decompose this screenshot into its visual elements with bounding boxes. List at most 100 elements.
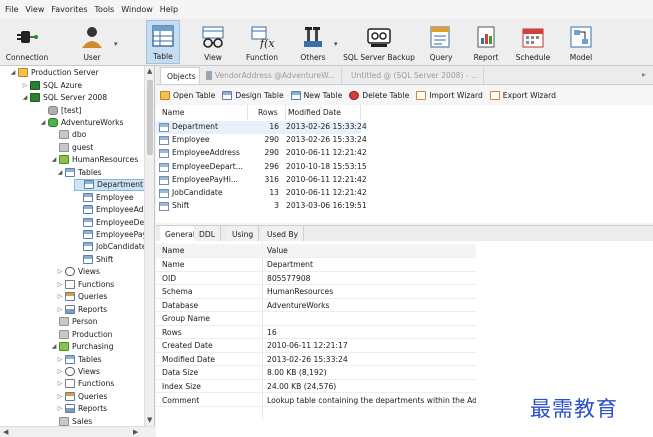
expand-down-icon[interactable]: ◢: [50, 343, 58, 350]
tree-item-views[interactable]: ▷ Views: [56, 266, 100, 278]
menu-item-file[interactable]: File: [5, 5, 18, 14]
expand-right-icon[interactable]: ▷: [56, 306, 64, 313]
tree-item-functions[interactable]: ▷ Functions: [56, 378, 114, 390]
table-row[interactable]: EmployeeDepart... 296 2010-10-18 15:53:15: [156, 161, 367, 174]
toolbar-sql-server-backup-button[interactable]: SQL Server Backup: [338, 20, 420, 64]
table-row[interactable]: Department 16 2013-02-26 15:33:24: [156, 121, 367, 134]
toolbar-view-button[interactable]: View: [194, 20, 232, 64]
scroll-left-icon[interactable]: ◀: [3, 428, 8, 436]
expand-right-icon[interactable]: ▷: [56, 268, 64, 275]
tree-item-adventureworks[interactable]: ◢ AdventureWorks: [39, 116, 123, 128]
tree-item-employeedepartmenthistory[interactable]: EmployeeDepartmentHistory: [74, 216, 154, 228]
tree-item-sql-server-2008[interactable]: ◢ SQL Server 2008: [21, 91, 107, 103]
expand-down-icon[interactable]: ◢: [9, 69, 17, 76]
others-dropdown-icon[interactable]: ▾: [334, 40, 338, 48]
tree-item-tables[interactable]: ◢ Tables: [56, 166, 102, 178]
tree-item-person[interactable]: Person: [50, 316, 98, 328]
tree-item-views[interactable]: ▷ Views: [56, 365, 100, 377]
tree-item-employeepayhistory[interactable]: EmployeePayHistory: [74, 228, 154, 240]
tab-overflow-icon[interactable]: ▸: [642, 70, 646, 79]
properties-tab-using[interactable]: Using: [227, 226, 260, 242]
tree-item-humanresources[interactable]: ◢ HumanResources: [50, 154, 138, 166]
document-tab-0[interactable]: Objects: [160, 67, 200, 84]
tree-item-label: Shift: [96, 254, 114, 264]
toolbar-label: View: [204, 53, 222, 62]
expand-down-icon[interactable]: ◢: [56, 169, 64, 176]
menu-item-help[interactable]: Help: [160, 5, 178, 14]
tree-item-tables[interactable]: ▷ Tables: [56, 353, 102, 365]
expand-right-icon[interactable]: ▷: [56, 380, 64, 387]
scroll-thumb[interactable]: [147, 80, 153, 155]
tree-item-dbo[interactable]: dbo: [50, 129, 86, 141]
tree-item-reports[interactable]: ▷ Reports: [56, 303, 107, 315]
properties-tab-used-by[interactable]: Used By: [262, 226, 305, 242]
scroll-right-icon[interactable]: ▶: [133, 428, 138, 436]
properties-tab-ddl[interactable]: DDL: [194, 226, 221, 242]
open-table-button[interactable]: Open Table: [160, 91, 215, 100]
expand-right-icon[interactable]: ▷: [56, 356, 64, 363]
tree-item-employee[interactable]: Employee: [74, 191, 134, 203]
tree-item-sales[interactable]: Sales: [50, 415, 92, 426]
expand-right-icon[interactable]: ▷: [21, 82, 29, 89]
tree-item-employeeaddress[interactable]: EmployeeAddress: [74, 203, 154, 215]
expand-right-icon[interactable]: ▷: [56, 293, 64, 300]
toolbar-report-button[interactable]: Report: [465, 20, 507, 64]
toolbar-query-button[interactable]: Query: [422, 20, 460, 64]
grid-header-modified-date[interactable]: Modified Date: [286, 105, 361, 120]
toolbar-user-button[interactable]: User: [70, 20, 114, 64]
user-dropdown-icon[interactable]: ▾: [114, 40, 118, 48]
expand-down-icon[interactable]: ◢: [50, 156, 58, 163]
scroll-up-icon[interactable]: ▲: [147, 67, 152, 75]
toolbar-connection-button[interactable]: Connection: [4, 20, 50, 64]
toolbar-function-button[interactable]: f(x) Function: [236, 20, 288, 64]
table-row[interactable]: JobCandidate 13 2010-06-11 12:21:42: [156, 187, 367, 200]
tree-item-sql-azure[interactable]: ▷ SQL Azure: [21, 79, 82, 91]
new-table-button[interactable]: New Table: [290, 91, 342, 100]
expand-right-icon[interactable]: ▷: [56, 281, 64, 288]
export-wizard-button[interactable]: Export Wizard: [489, 91, 556, 100]
menu-item-favorites[interactable]: Favorites: [51, 5, 87, 14]
tree-item-queries[interactable]: ▷ Queries: [56, 390, 107, 402]
menu-item-window[interactable]: Window: [121, 5, 153, 14]
tables-grid[interactable]: Name Rows Modified Date Department 16 2013-02…: [156, 105, 653, 223]
table-row[interactable]: EmployeePayHi... 316 2010-06-11 12:21:42: [156, 174, 367, 187]
toolbar-schedule-button[interactable]: Schedule: [508, 20, 558, 64]
table-row[interactable]: EmployeeAddress 290 2010-06-11 12:21:42: [156, 147, 367, 160]
table-name-cell: JobCandidate: [172, 188, 223, 197]
tree-item-queries[interactable]: ▷ Queries: [56, 291, 107, 303]
tree-item-guest[interactable]: guest: [50, 141, 93, 153]
toolbar-table-button[interactable]: Table: [146, 20, 180, 64]
navigation-tree[interactable]: ◢ Production Server ▷ SQL Azure ◢ SQL Server …: [0, 66, 155, 426]
tree-vertical-scrollbar[interactable]: ▲ ▼: [144, 66, 154, 426]
tree-item-production-server[interactable]: ◢ Production Server: [9, 67, 99, 79]
delete-table-button[interactable]: Delete Table: [349, 91, 409, 100]
tree-item-jobcandidate[interactable]: JobCandidate: [74, 241, 147, 253]
table-row[interactable]: Employee 290 2013-02-26 15:33:24: [156, 134, 367, 147]
scroll-down-icon[interactable]: ▼: [147, 416, 152, 424]
tree-item-department[interactable]: Department: [74, 178, 145, 191]
expand-down-icon[interactable]: ◢: [21, 94, 29, 101]
tree-item-shift[interactable]: Shift: [74, 253, 113, 265]
import-wizard-button[interactable]: Import Wizard: [416, 91, 483, 100]
expand-right-icon[interactable]: ▷: [56, 368, 64, 375]
tree-item-functions[interactable]: ▷ Functions: [56, 278, 114, 290]
tree-item--test-[interactable]: [test]: [39, 104, 82, 116]
document-tab-1[interactable]: VendorAddress @AdventureW...: [200, 67, 342, 84]
toolbar-others-button[interactable]: Others: [292, 20, 334, 64]
menu-item-tools[interactable]: Tools: [95, 5, 115, 14]
document-tab-2[interactable]: Untitled @ (SQL Server 2008) - ...: [342, 67, 484, 84]
tree-item-purchasing[interactable]: ◢ Purchasing: [50, 340, 114, 352]
design-table-button[interactable]: Design Table: [222, 91, 284, 100]
toolbar-model-button[interactable]: Model: [563, 20, 599, 64]
menu-item-view[interactable]: View: [25, 5, 44, 14]
expand-right-icon[interactable]: ▷: [56, 393, 64, 400]
expand-right-icon[interactable]: ▷: [56, 405, 64, 412]
tree-item-reports[interactable]: ▷ Reports: [56, 403, 107, 415]
table-icon: [83, 242, 93, 252]
grid-header-name[interactable]: Name: [160, 105, 248, 120]
table-row[interactable]: Shift 3 2013-03-06 16:19:51: [156, 200, 367, 213]
expand-down-icon[interactable]: ◢: [39, 119, 47, 126]
tree-horizontal-scrollbar[interactable]: ◀ ▶: [0, 426, 155, 437]
grid-header-rows[interactable]: Rows: [248, 105, 286, 120]
tree-item-production[interactable]: Production: [50, 328, 112, 340]
